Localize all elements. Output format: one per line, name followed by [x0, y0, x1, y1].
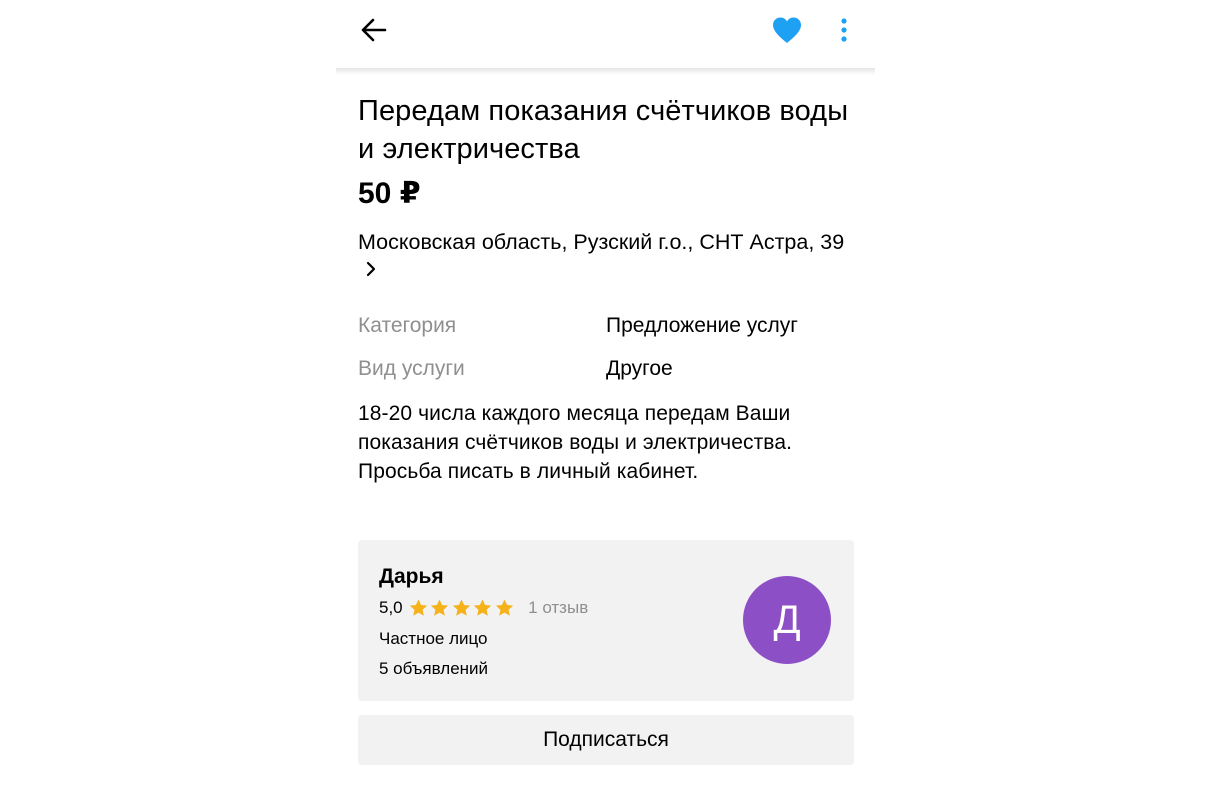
star-icon	[474, 599, 492, 616]
top-app-bar	[336, 0, 875, 68]
listing-params: Категория Предложение услуг Вид услуги Д…	[358, 313, 854, 382]
param-row-service-type: Вид услуги Другое	[358, 356, 854, 382]
listing-details: Передам показания счётчиков воды и элект…	[358, 92, 854, 486]
subscribe-button[interactable]: Подписаться	[358, 715, 854, 765]
star-icon	[409, 599, 427, 616]
more-vertical-icon	[841, 18, 847, 42]
avatar[interactable]: Д	[743, 576, 831, 664]
seller-name: Дарья	[379, 565, 444, 588]
chevron-right-icon	[366, 256, 376, 285]
address-text: Московская область, Рузский г.о., СНТ Ас…	[358, 230, 845, 254]
param-row-category: Категория Предложение услуг	[358, 313, 854, 339]
reviews-link[interactable]: 1 отзыв	[528, 598, 588, 618]
listing-price: 50 ₽	[358, 177, 421, 210]
seller-ads-count[interactable]: 5 объявлений	[379, 659, 488, 679]
top-bar-shadow	[336, 68, 875, 75]
seller-card[interactable]: Дарья 5,0 1 отзыв Частное лицо 5 объявле…	[358, 540, 854, 701]
star-icon	[495, 599, 513, 616]
back-button[interactable]	[356, 12, 392, 48]
param-name: Вид услуги	[358, 357, 465, 380]
star-icon	[452, 599, 470, 616]
listing-title: Передам показания счётчиков воды и элект…	[358, 95, 849, 165]
listing-screen: Передам показания счётчиков воды и элект…	[336, 0, 875, 805]
rating-value: 5,0	[379, 598, 403, 617]
arrow-left-icon	[361, 18, 387, 42]
rating-stars	[408, 598, 516, 618]
seller-rating: 5,0 1 отзыв	[379, 598, 588, 618]
param-name: Категория	[358, 314, 457, 337]
param-value: Другое	[606, 357, 673, 380]
heart-icon	[773, 17, 801, 43]
listing-address[interactable]: Московская область, Рузский г.о., СНТ Ас…	[358, 228, 854, 286]
more-options-button[interactable]	[826, 12, 862, 48]
listing-description: 18-20 числа каждого месяца передам Ваши …	[358, 402, 793, 483]
star-icon	[431, 599, 449, 616]
seller-type: Частное лицо	[379, 629, 488, 648]
param-value: Предложение услуг	[606, 314, 798, 337]
favorite-button[interactable]	[768, 12, 806, 48]
